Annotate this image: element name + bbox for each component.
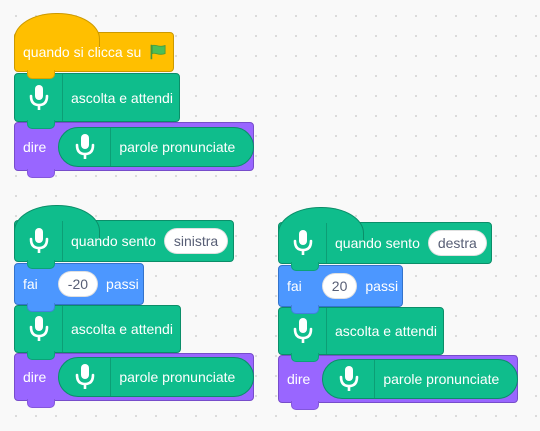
steps-input[interactable]: -20: [57, 271, 99, 297]
listen-and-wait-block[interactable]: ascolta e attendi: [278, 307, 444, 362]
microphone-icon: [29, 228, 48, 253]
block-label: quando sento: [335, 235, 420, 251]
say-block[interactable]: dire parole pronunciate: [14, 122, 255, 178]
steps-label: passi: [365, 278, 399, 294]
steps-input[interactable]: 20: [321, 273, 358, 299]
microphone-icon: [29, 84, 48, 110]
microphone-icon-area: [279, 223, 327, 263]
speech-reporter[interactable]: parole pronunciate: [322, 359, 519, 399]
say-label: dire: [23, 369, 47, 385]
say-label: dire: [23, 138, 47, 155]
speech-reporter[interactable]: parole pronunciate: [58, 357, 255, 397]
say-label: dire: [287, 371, 311, 387]
microphone-icon-area: [279, 308, 327, 354]
block-label: ascolta e attendi: [71, 321, 173, 337]
reporter-label: parole pronunciate: [119, 138, 236, 155]
microphone-icon: [75, 364, 95, 389]
when-i-hear-block[interactable]: quando sento sinistra: [14, 205, 234, 269]
say-block[interactable]: dire parole pronunciate: [14, 353, 255, 408]
microphone-icon-area: [15, 221, 63, 261]
move-steps-block[interactable]: fai 20 passi: [278, 265, 403, 314]
reporter-label: parole pronunciate: [119, 369, 236, 385]
block-label: ascolta e attendi: [335, 323, 437, 339]
listen-and-wait-block[interactable]: ascolta e attendi: [14, 305, 181, 360]
microphone-icon-area: [59, 127, 112, 166]
reporter-label: parole pronunciate: [383, 371, 500, 387]
when-i-hear-block[interactable]: quando sento destra: [278, 207, 492, 271]
microphone-icon-area: [15, 306, 63, 352]
green-flag-icon: [150, 44, 166, 60]
say-block[interactable]: dire parole pronunciate: [278, 355, 519, 410]
when-flag-clicked-block[interactable]: quando si clicca su: [14, 13, 174, 79]
microphone-icon: [339, 366, 359, 391]
microphone-icon: [75, 133, 95, 159]
microphone-icon-area: [323, 360, 376, 398]
phrase-input[interactable]: sinistra: [163, 228, 229, 254]
speech-reporter[interactable]: parole pronunciate: [58, 126, 255, 167]
microphone-icon: [293, 230, 312, 255]
move-steps-block[interactable]: fai -20 passi: [14, 263, 144, 312]
microphone-icon: [293, 318, 312, 343]
steps-label: passi: [106, 276, 139, 292]
move-label: fai: [287, 278, 302, 294]
block-label: ascolta e attendi: [71, 89, 173, 106]
move-label: fai: [23, 276, 38, 292]
microphone-icon-area: [15, 74, 63, 121]
microphone-icon: [29, 316, 48, 341]
listen-and-wait-block[interactable]: ascolta e attendi: [14, 73, 180, 129]
phrase-input[interactable]: destra: [427, 230, 487, 256]
microphone-icon-area: [59, 358, 112, 396]
block-label: quando sento: [71, 233, 156, 249]
block-label: quando si clicca su: [23, 44, 142, 60]
